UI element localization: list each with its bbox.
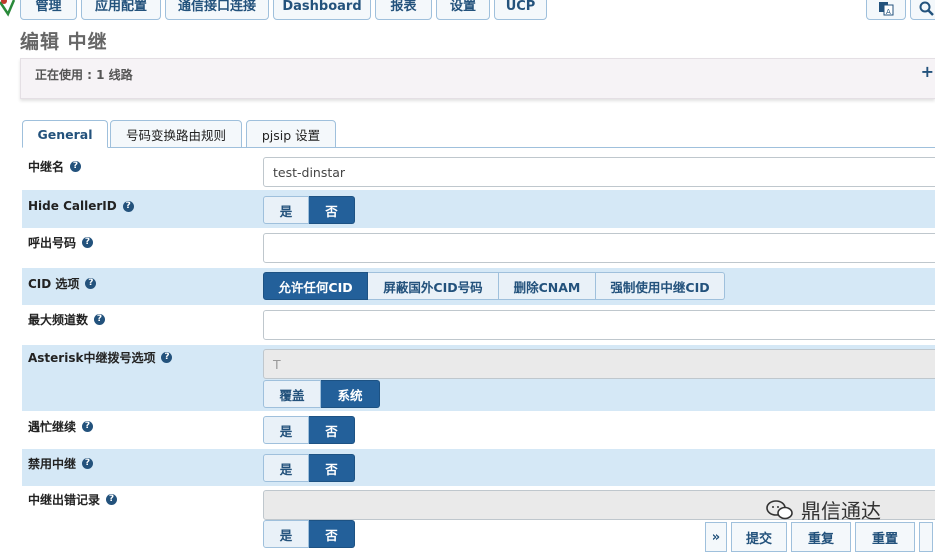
help-icon[interactable]: ? [106, 494, 118, 505]
page-title: 编辑 中继 [20, 31, 108, 53]
nav-ucp[interactable]: UCP [494, 0, 547, 20]
trunk-name-label: 中继名 [28, 160, 65, 174]
outbound-cid-label: 呼出号码 [28, 236, 77, 250]
help-icon[interactable]: ? [82, 458, 94, 469]
wechat-icon [766, 499, 793, 519]
cid-force-trunk-button[interactable]: 强制使用中继CID [596, 272, 725, 300]
disable-trunk-no-button[interactable]: 否 [309, 454, 355, 482]
monitor-failures-label: 中继出错记录 [28, 493, 101, 507]
max-channels-label: 最大频道数 [28, 313, 89, 327]
help-icon[interactable]: ? [82, 237, 94, 248]
hide-callerid-yes-button[interactable]: 是 [263, 196, 309, 224]
dial-options-label-wrap: Asterisk中继拨号选项 ? [28, 349, 173, 366]
disable-trunk-yes-button[interactable]: 是 [263, 454, 309, 482]
cid-options-label: CID 选项 [28, 277, 80, 291]
help-icon[interactable]: ? [82, 421, 94, 432]
watermark: 鼎信通达 [765, 495, 881, 524]
hide-callerid-no-button[interactable]: 否 [309, 196, 355, 224]
cid-options-label-wrap: CID 选项 ? [28, 275, 97, 292]
continue-busy-yes-button[interactable]: 是 [263, 416, 309, 444]
nav-dashboard[interactable]: Dashboard [273, 0, 371, 20]
help-icon[interactable]: ? [94, 314, 106, 325]
search-icon [919, 1, 934, 16]
continue-busy-label: 遇忙继续 [28, 420, 77, 434]
help-icon[interactable]: ? [85, 278, 97, 289]
row-trunk-name: 中继名 ? test-dinstar [22, 153, 935, 190]
more-actions-button[interactable] [919, 522, 933, 552]
dial-options-toggle: 覆盖 系统 [263, 380, 380, 408]
row-max-channels: 最大频道数 ? [22, 305, 935, 345]
help-icon[interactable]: ? [122, 200, 134, 212]
translate-button[interactable]: A [866, 0, 906, 20]
expand-actions-button[interactable]: » [705, 522, 727, 552]
top-navigation: 管理 应用配置 通信接口连接 Dashboard 报表 设置 UCP A [0, 0, 935, 21]
help-icon[interactable]: ? [161, 352, 173, 363]
in-use-panel: 正在使用 : 1 线路 + [20, 58, 935, 99]
dial-options-system-button[interactable]: 系统 [321, 380, 380, 408]
logo-icon [0, 0, 16, 17]
tab-general[interactable]: General [22, 120, 108, 148]
cid-block-foreign-button[interactable]: 屏蔽国外CID号码 [368, 272, 499, 300]
nav-admin[interactable]: 管理 [20, 0, 77, 20]
monitor-failures-yes-button[interactable]: 是 [263, 520, 309, 548]
dial-options-override-button[interactable]: 覆盖 [263, 380, 321, 408]
cid-options-group: 允许任何CID 屏蔽国外CID号码 删除CNAM 强制使用中继CID [263, 272, 725, 300]
svg-text:A: A [886, 8, 891, 16]
disable-trunk-toggle: 是 否 [263, 454, 355, 482]
submit-button[interactable]: 提交 [731, 522, 787, 552]
row-cid-options: CID 选项 ? 允许任何CID 屏蔽国外CID号码 删除CNAM 强制使用中继… [22, 268, 935, 305]
disable-trunk-label: 禁用中继 [28, 457, 77, 471]
cid-remove-cnam-button[interactable]: 删除CNAM [499, 272, 596, 300]
row-outbound-cid: 呼出号码 ? [22, 228, 935, 268]
search-button[interactable] [910, 0, 935, 20]
row-hide-callerid: Hide CallerID ? 是 否 [22, 190, 935, 228]
hide-callerid-label: Hide CallerID [28, 199, 117, 213]
max-channels-label-wrap: 最大频道数 ? [28, 311, 106, 328]
help-icon[interactable]: ? [70, 161, 82, 172]
monitor-failures-no-button[interactable]: 否 [309, 520, 355, 548]
tab-pjsip-settings[interactable]: pjsip 设置 [246, 120, 336, 148]
hide-callerid-label-wrap: Hide CallerID ? [28, 199, 134, 213]
row-dial-options: Asterisk中继拨号选项 ? T 覆盖 系统 [22, 345, 935, 411]
disable-trunk-label-wrap: 禁用中继 ? [28, 455, 94, 472]
monitor-failures-toggle: 是 否 [263, 520, 355, 548]
monitor-failures-label-wrap: 中继出错记录 ? [28, 491, 118, 508]
duplicate-button[interactable]: 重复 [791, 522, 851, 552]
dial-options-input[interactable]: T [263, 349, 935, 379]
expand-plus-icon[interactable]: + [921, 62, 934, 81]
row-continue-busy: 遇忙继续 ? 是 否 [22, 411, 935, 449]
outbound-cid-input[interactable] [263, 233, 935, 263]
nav-reports[interactable]: 报表 [375, 0, 432, 20]
continue-busy-toggle: 是 否 [263, 416, 355, 444]
nav-settings[interactable]: 设置 [436, 0, 490, 20]
continue-busy-no-button[interactable]: 否 [309, 416, 355, 444]
outbound-cid-label-wrap: 呼出号码 ? [28, 234, 94, 251]
in-use-text: 正在使用 : 1 线路 [35, 68, 133, 82]
cid-allow-any-button[interactable]: 允许任何CID [263, 272, 368, 300]
hide-callerid-toggle: 是 否 [263, 196, 355, 224]
watermark-text: 鼎信通达 [801, 499, 881, 523]
action-bar: » 提交 重复 重置 [705, 522, 933, 552]
trunk-name-input[interactable]: test-dinstar [263, 157, 935, 187]
tab-number-manipulation[interactable]: 号码变换路由规则 [110, 120, 242, 148]
max-channels-input[interactable] [263, 310, 935, 340]
translate-icon: A [879, 2, 894, 16]
reset-button[interactable]: 重置 [855, 522, 915, 552]
row-disable-trunk: 禁用中继 ? 是 否 [22, 449, 935, 486]
dial-options-label: Asterisk中继拨号选项 [28, 351, 156, 365]
continue-busy-label-wrap: 遇忙继续 ? [28, 418, 94, 435]
nav-connectivity[interactable]: 通信接口连接 [165, 0, 269, 20]
nav-applications[interactable]: 应用配置 [81, 0, 161, 20]
trunk-name-label-wrap: 中继名 ? [28, 158, 82, 175]
